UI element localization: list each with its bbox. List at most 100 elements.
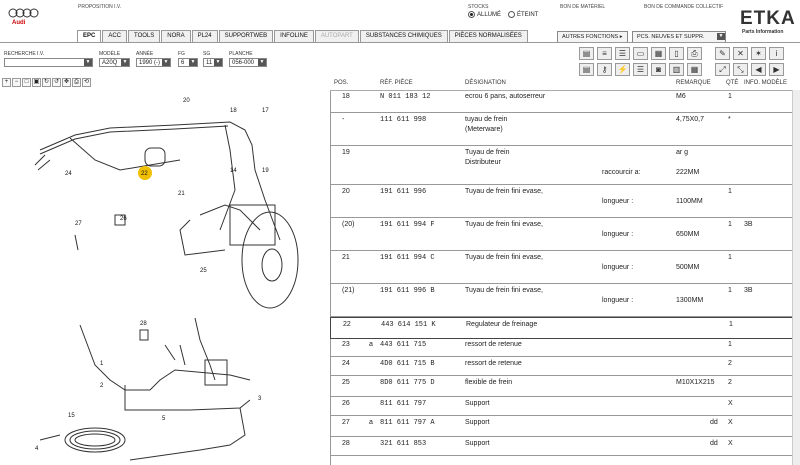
cell-pos: - (342, 116, 345, 123)
table-row[interactable]: 18 N 011 183 12 ecrou 6 pans, autoserreur M… (330, 90, 792, 113)
pin-icon[interactable]: ✎ (715, 47, 730, 60)
annee-label: ANNÉE (136, 51, 154, 57)
callout-17[interactable]: 17 (262, 108, 269, 114)
cell-remarque: dd (710, 419, 718, 426)
chevron-down-icon: ▼ (121, 59, 129, 66)
list-icon[interactable]: ≡ (597, 47, 612, 60)
callout-2[interactable]: 2 (100, 383, 104, 389)
bon-commande-link[interactable]: BON DE COMMANDE COLLECTIF (644, 4, 723, 10)
rotate-back-icon[interactable]: ↺ (52, 78, 61, 87)
print-icon[interactable]: ⎙ (687, 47, 702, 60)
zoom-out-icon[interactable]: − (12, 78, 21, 87)
stock-off-radio[interactable]: ÉTEINT (508, 11, 538, 18)
stock-label: STOCKS (468, 4, 489, 10)
cell-pos: 19 (342, 149, 350, 156)
zoom-area-icon[interactable]: ▣ (32, 78, 41, 87)
expand-icon[interactable]: ⤢ (715, 63, 730, 76)
table-row[interactable]: 24 4D0 611 715 B ressort de retenue 2 (330, 357, 792, 376)
planche-select[interactable]: 056-000 ▼ (229, 58, 267, 67)
callout-20[interactable]: 20 (183, 98, 190, 104)
table-row[interactable]: 27 a 811 611 797 A Support dd X (330, 416, 792, 437)
callout-14[interactable]: 14 (230, 168, 237, 174)
cell-ref: N 011 183 12 (380, 93, 431, 101)
document-icon[interactable]: ▯ (669, 47, 684, 60)
cell-ref: 191 611 994 C (380, 254, 435, 262)
grid-icon[interactable]: ▦ (687, 63, 702, 76)
table-row[interactable]: 25 8D0 611 775 D flexible de frein M10X1X21… (330, 376, 792, 397)
pan-icon[interactable]: ✥ (62, 78, 71, 87)
rotate-icon[interactable]: ↻ (42, 78, 51, 87)
callout-25[interactable]: 25 (200, 268, 207, 274)
callout-22[interactable]: 22 (141, 171, 148, 177)
book-icon[interactable]: ▥ (669, 63, 684, 76)
modele-select[interactable]: A20Q ▼ (99, 58, 130, 67)
tab-pieces-normalisees[interactable]: PIÈCES NORMALISÉES (448, 30, 528, 42)
tab-acc[interactable]: ACC (102, 30, 128, 42)
close-icon[interactable]: ✕ (733, 47, 748, 60)
callout-1[interactable]: 1 (100, 361, 104, 367)
tab-substances[interactable]: SUBSTANCES CHIMIQUES (359, 30, 448, 42)
tab-nora[interactable]: NORA (161, 30, 191, 42)
key-icon[interactable]: ⚷ (597, 63, 612, 76)
etka-logo: ETKA (740, 8, 796, 29)
callout-27[interactable]: 27 (75, 221, 82, 227)
star-icon[interactable]: ✶ (751, 47, 766, 60)
camera-icon[interactable]: ◙ (651, 63, 666, 76)
table-row[interactable]: 28 321 611 853 Support dd X (330, 437, 792, 456)
next-icon[interactable]: ▶ (769, 63, 784, 76)
table-row[interactable]: 20 191 611 996 Tuyau de frein fini evase, l… (330, 185, 792, 218)
sg-select[interactable]: 11 ▼ (203, 58, 223, 67)
table-row[interactable]: - 111 611 998 tuyau de frein (Meterware) 4,7… (330, 113, 792, 146)
cell-qty: 1 (729, 321, 733, 328)
col-ref: RÉF. PIÈCE (380, 80, 413, 86)
callout-24[interactable]: 24 (65, 171, 72, 177)
filter2-icon[interactable]: ▤ (579, 63, 594, 76)
recherche-label: RECHERCHE I.V. (4, 51, 45, 57)
callout-18[interactable]: 18 (230, 108, 237, 114)
bon-materiel-link[interactable]: BON DE MATÉRIEL (560, 4, 605, 10)
window-icon[interactable]: ▭ (633, 47, 648, 60)
stack-icon[interactable]: ▦ (651, 47, 666, 60)
filter-icon[interactable]: ▤ (579, 47, 594, 60)
tab-autopart[interactable]: AUTOPART (314, 30, 359, 42)
table-row[interactable]: 21 191 611 994 C Tuyau de frein fini evase… (330, 251, 792, 284)
col-remarque: REMARQUE (676, 80, 711, 86)
table-scrollbar[interactable] (792, 90, 800, 465)
previous-icon[interactable]: ◀ (751, 63, 766, 76)
tab-pl24[interactable]: PL24 (191, 30, 218, 42)
cell-pos: (20) (342, 221, 355, 228)
table-row[interactable]: 23 a 443 611 715 ressort de retenue 1 (330, 338, 792, 357)
collapse-icon[interactable]: ⤡ (733, 63, 748, 76)
table-row[interactable]: 19 Tuyau de frein Distributeur raccourcir a… (330, 146, 792, 185)
cell-qty: X (728, 440, 733, 447)
callout-26[interactable]: 26 (120, 216, 127, 222)
tab-tools[interactable]: TOOLS (128, 30, 161, 42)
info-icon[interactable]: i (769, 47, 784, 60)
lines-icon[interactable]: ☰ (615, 47, 630, 60)
zoom-in-icon[interactable]: + (2, 78, 11, 87)
callout-15[interactable]: 15 (68, 413, 75, 419)
cell-pos: 26 (342, 400, 350, 407)
fg-select[interactable]: 6 ▼ (178, 58, 198, 67)
print-diagram-icon[interactable]: ⎙ (72, 78, 81, 87)
table-row[interactable]: (20) 191 611 994 F Tuyau de frein fini eva… (330, 218, 792, 251)
callout-5[interactable]: 5 (162, 416, 166, 422)
tab-supportweb[interactable]: SUPPORTWEB (218, 30, 274, 42)
table-row[interactable]: 26 811 611 797 Support X (330, 397, 792, 416)
callout-19[interactable]: 19 (262, 168, 269, 174)
lines2-icon[interactable]: ☰ (633, 63, 648, 76)
table-row[interactable]: (21) 191 611 996 B Tuyau de frein fini eva… (330, 284, 792, 317)
callout-3[interactable]: 3 (258, 396, 262, 402)
stock-on-radio[interactable]: ALLUMÉ (468, 11, 501, 18)
annee-select[interactable]: 1990 (-) ▼ (136, 58, 171, 67)
recherche-input[interactable]: ▼ (4, 58, 93, 67)
zoom-fit-icon[interactable]: □ (22, 78, 31, 87)
callout-4[interactable]: 4 (35, 446, 39, 452)
callout-28[interactable]: 28 (140, 321, 147, 327)
table-row[interactable]: 22 443 614 151 K Regulateur de freinage 1 (330, 317, 794, 339)
reset-icon[interactable]: ⟲ (82, 78, 91, 87)
audi-rings-logo (8, 8, 39, 18)
bolt-icon[interactable]: ⚡ (615, 63, 630, 76)
callout-21[interactable]: 21 (178, 191, 185, 197)
tab-infoline[interactable]: INFOLINE (274, 30, 314, 42)
